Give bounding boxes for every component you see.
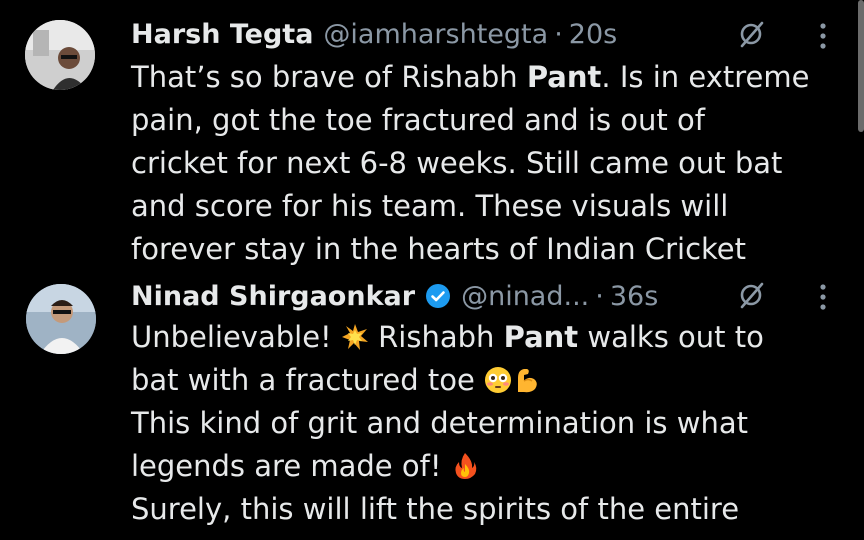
text-line: forever stay in the hearts of Indian Cri…: [131, 232, 747, 266]
text-line: Surely, this will lift the spirits of th…: [131, 492, 740, 526]
author-handle[interactable]: @ninad...: [461, 281, 589, 312]
fire-emoji: [451, 449, 479, 479]
text-line: legends are made of!: [131, 445, 831, 488]
text-line: bat with a fractured toe: [131, 359, 831, 402]
text-line: This kind of grit and determination is w…: [131, 406, 748, 440]
text-line: cricket for next 6-8 weeks. Still came o…: [131, 146, 783, 180]
tweet-header: Ninad Shirgaonkar @ninad... · 36s: [131, 276, 658, 316]
author-handle[interactable]: @iamharshtegta: [323, 19, 548, 50]
separator-dot: ·: [554, 18, 563, 50]
avatar[interactable]: [26, 284, 96, 354]
tweet[interactable]: Harsh Tegta @iamharshtegta · 20s That’s …: [0, 0, 864, 272]
author-name[interactable]: Harsh Tegta: [131, 19, 313, 50]
more-options-icon[interactable]: [818, 282, 828, 312]
timestamp[interactable]: 20s: [569, 19, 617, 50]
tweet[interactable]: Ninad Shirgaonkar @ninad... · 36s Unbeli…: [0, 272, 864, 540]
grok-icon[interactable]: [737, 280, 767, 310]
flushed-face-emoji: [484, 363, 512, 393]
tweet-header: Harsh Tegta @iamharshtegta · 20s: [131, 14, 617, 54]
collision-emoji: [341, 320, 369, 350]
text-line: That’s so brave of Rishabh Pant. Is in e…: [131, 60, 810, 94]
flexed-biceps-emoji: [512, 363, 540, 393]
text-line: and score for his team. These visuals wi…: [131, 189, 729, 223]
timestamp[interactable]: 36s: [610, 281, 658, 312]
tweet-text: Unbelievable! Rishabh Pant walks out to …: [131, 316, 831, 531]
separator-dot: ·: [595, 280, 604, 312]
verified-badge-icon: [425, 283, 451, 309]
grok-icon[interactable]: [737, 19, 767, 49]
text-line: pain, got the toe fractured and is out o…: [131, 103, 705, 137]
avatar[interactable]: [25, 20, 95, 90]
more-options-icon[interactable]: [818, 21, 828, 51]
author-name[interactable]: Ninad Shirgaonkar: [131, 281, 415, 312]
tweet-text: That’s so brave of Rishabh Pant. Is in e…: [131, 56, 831, 271]
text-line: Unbelievable! Rishabh Pant walks out to: [131, 320, 764, 354]
